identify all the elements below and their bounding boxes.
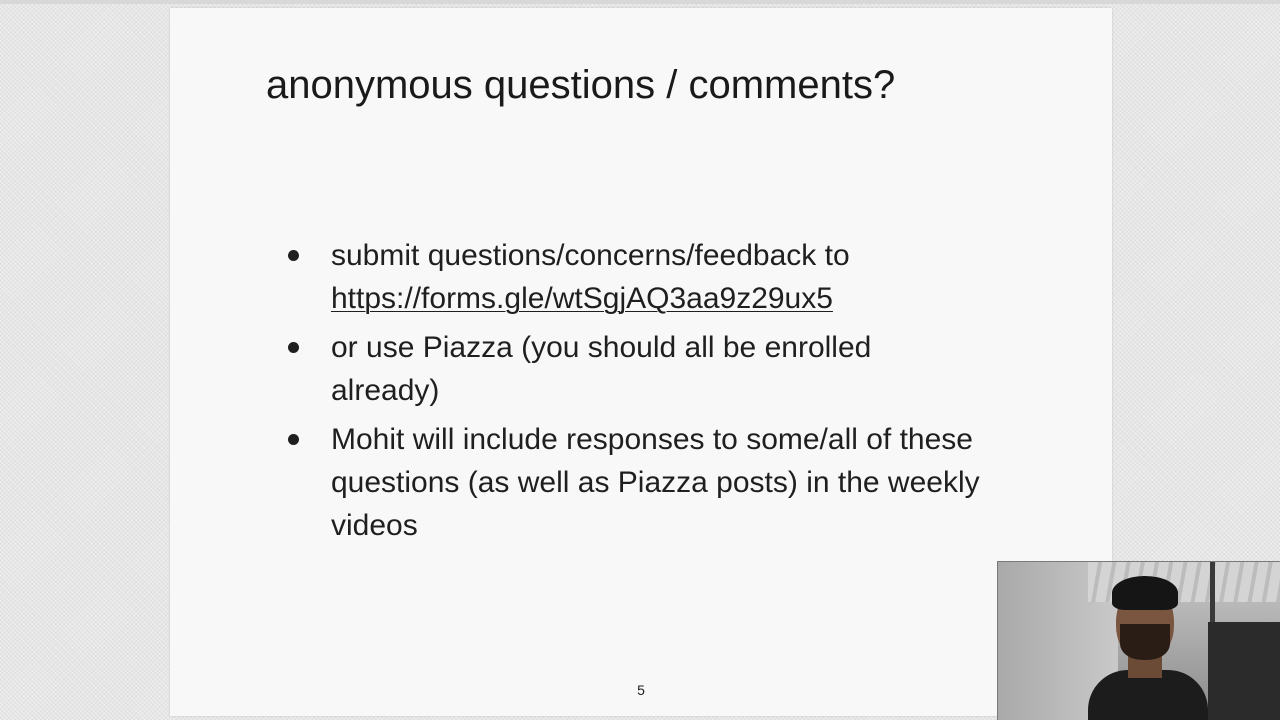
slide-page-number: 5 (637, 682, 645, 698)
feedback-form-link[interactable]: https://forms.gle/wtSgjAQ3aa9z29ux5 (331, 282, 833, 315)
presentation-slide: anonymous questions / comments? submit q… (170, 8, 1112, 716)
bullet-dot-icon (288, 342, 299, 353)
webcam-chair (1208, 622, 1280, 720)
bullet-item-responses: Mohit will include responses to some/all… (280, 418, 980, 547)
bullet-item-feedback: submit questions/concerns/feedback to ht… (280, 234, 980, 320)
presenter-hair (1112, 576, 1178, 610)
presenter-beard (1120, 624, 1170, 660)
bullet-text: Mohit will include responses to some/all… (331, 423, 980, 542)
bullet-dot-icon (288, 250, 299, 261)
bullet-list: submit questions/concerns/feedback to ht… (280, 234, 980, 553)
bullet-text: or use Piazza (you should all be enrolle… (331, 331, 872, 407)
slide-title: anonymous questions / comments? (266, 63, 896, 107)
top-strip (0, 0, 1280, 4)
bullet-text: submit questions/concerns/feedback to (331, 239, 850, 272)
bullet-item-piazza: or use Piazza (you should all be enrolle… (280, 326, 980, 412)
bullet-dot-icon (288, 434, 299, 445)
presenter-webcam (997, 561, 1280, 720)
